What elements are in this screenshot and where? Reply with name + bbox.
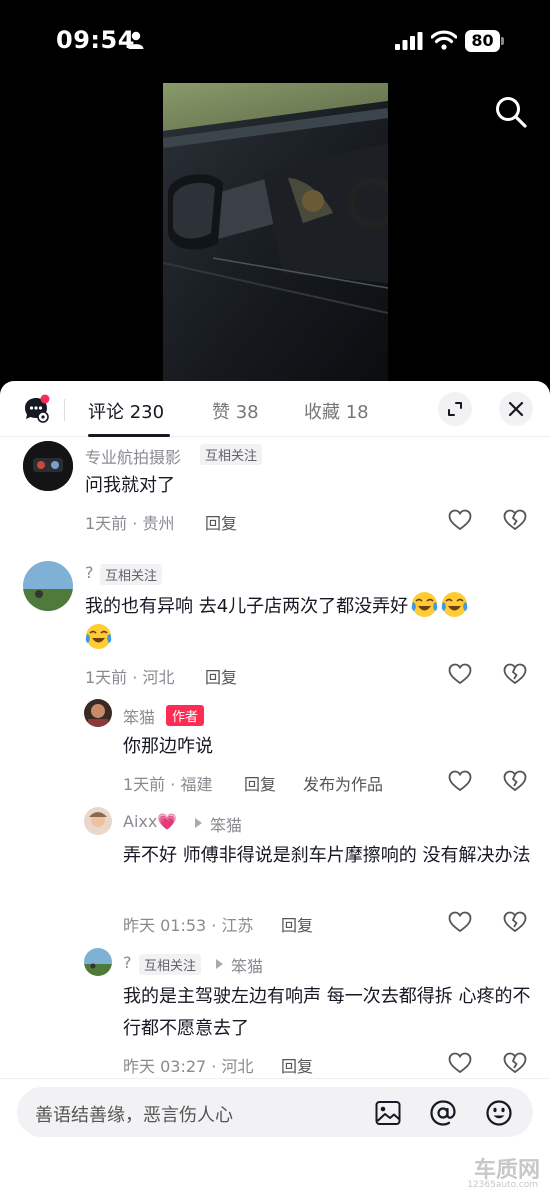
video-player[interactable] xyxy=(163,83,388,383)
mutual-follow-tag: 互相关注 xyxy=(139,954,202,975)
active-tab-indicator xyxy=(88,434,170,437)
image-icon[interactable] xyxy=(374,1099,402,1127)
comment-username[interactable]: 笨猫 xyxy=(123,704,155,728)
comment-meta: 昨天 03:27 · 河北 xyxy=(123,1057,254,1076)
battery-indicator: 80 xyxy=(465,30,505,52)
reply-button[interactable]: 回复 xyxy=(281,1053,313,1077)
comment-username[interactable]: ? xyxy=(123,953,132,972)
like-icon[interactable] xyxy=(448,911,472,933)
crying-laughing-emoji xyxy=(411,591,438,618)
avatar[interactable] xyxy=(84,948,112,976)
like-icon[interactable] xyxy=(448,1052,472,1074)
comment-text-content: 我的也有异响 去4儿子店两次了都没弄好 xyxy=(85,596,409,617)
mutual-follow-tag: 互相关注 xyxy=(200,444,263,465)
expand-button[interactable] xyxy=(438,392,472,426)
tab-favorites[interactable]: 收藏 18 xyxy=(304,398,369,424)
comment-sheet: 评论 230 赞 38 收藏 18 专业航拍摄影 互相关注 问我就对了 1天前 … xyxy=(0,381,550,1192)
avatar[interactable] xyxy=(23,441,73,491)
close-icon xyxy=(508,401,524,417)
comment-input[interactable]: 善语结善缘，恶言伤人心 xyxy=(17,1087,533,1137)
reply-to-username[interactable]: 笨猫 xyxy=(210,812,242,836)
author-tag: 作者 xyxy=(166,705,205,726)
comment-text: 我的也有异响 去4儿子店两次了都没弄好 xyxy=(85,591,535,655)
dislike-icon[interactable] xyxy=(503,663,527,685)
publish-as-work-button[interactable]: 发布为作品 xyxy=(303,771,383,795)
reply-to-arrow-icon xyxy=(195,818,202,828)
reply-button[interactable]: 回复 xyxy=(281,912,313,936)
comment-username[interactable]: ? xyxy=(85,563,94,582)
comment-text: 我的是主驾驶左边有响声 每一次去都得拆 心疼的不行都不愿意去了 xyxy=(123,986,531,1039)
crying-laughing-emoji xyxy=(85,623,112,650)
signal-icon xyxy=(395,32,423,50)
reply-to-arrow-icon xyxy=(216,959,223,969)
reply-button[interactable]: 回复 xyxy=(205,510,237,534)
tab-likes[interactable]: 赞 38 xyxy=(212,398,259,424)
comment-meta: 昨天 01:53 · 江苏 xyxy=(123,916,254,935)
comment-text: 弄不好 师傅非得说是刹车片摩擦响的 没有解决办法 xyxy=(123,845,531,866)
comment-meta: 1天前 · 福建 xyxy=(123,775,213,794)
avatar[interactable] xyxy=(23,561,73,611)
comment-tabs-bar: 评论 230 赞 38 收藏 18 xyxy=(0,381,550,437)
comment-meta: 1天前 · 贵州 xyxy=(85,514,175,533)
emoji-icon[interactable] xyxy=(485,1099,513,1127)
comment-text: 你那边咋说 xyxy=(123,736,213,757)
dislike-icon[interactable] xyxy=(503,509,527,531)
search-icon[interactable] xyxy=(494,95,528,129)
comment-username[interactable]: 专业航拍摄影 xyxy=(85,444,181,468)
comment-text: 问我就对了 xyxy=(85,475,175,496)
status-time: 09:54 xyxy=(56,26,135,54)
status-bar: 09:54 80 xyxy=(0,0,550,80)
tab-comments[interactable]: 评论 230 xyxy=(88,398,164,424)
wifi-icon xyxy=(431,30,457,50)
dislike-icon[interactable] xyxy=(503,770,527,792)
comment-input-bar: 善语结善缘，恶言伤人心 车质网 12365auto.com xyxy=(0,1078,550,1192)
avatar[interactable] xyxy=(84,807,112,835)
mention-icon[interactable] xyxy=(429,1099,457,1127)
watermark-url: 12365auto.com xyxy=(467,1180,538,1190)
mutual-follow-tag: 互相关注 xyxy=(100,564,163,585)
dislike-icon[interactable] xyxy=(503,1052,527,1074)
like-icon[interactable] xyxy=(448,663,472,685)
reply-button[interactable]: 回复 xyxy=(205,664,237,688)
comment-username[interactable]: Aixx💗 xyxy=(123,812,177,831)
comment-input-placeholder: 善语结善缘，恶言伤人心 xyxy=(35,1105,233,1126)
reply-button[interactable]: 回复 xyxy=(244,771,276,795)
avatar[interactable] xyxy=(84,699,112,727)
video-frame xyxy=(163,83,388,383)
like-icon[interactable] xyxy=(448,770,472,792)
like-icon[interactable] xyxy=(448,509,472,531)
close-button[interactable] xyxy=(499,392,533,426)
person-icon xyxy=(128,31,144,49)
crying-laughing-emoji xyxy=(441,591,468,618)
comment-meta: 1天前 · 河北 xyxy=(85,668,175,687)
reply-to-username[interactable]: 笨猫 xyxy=(231,953,263,977)
expand-icon xyxy=(448,402,462,416)
chat-settings-icon[interactable] xyxy=(22,394,52,424)
dislike-icon[interactable] xyxy=(503,911,527,933)
battery-level: 80 xyxy=(465,30,500,52)
